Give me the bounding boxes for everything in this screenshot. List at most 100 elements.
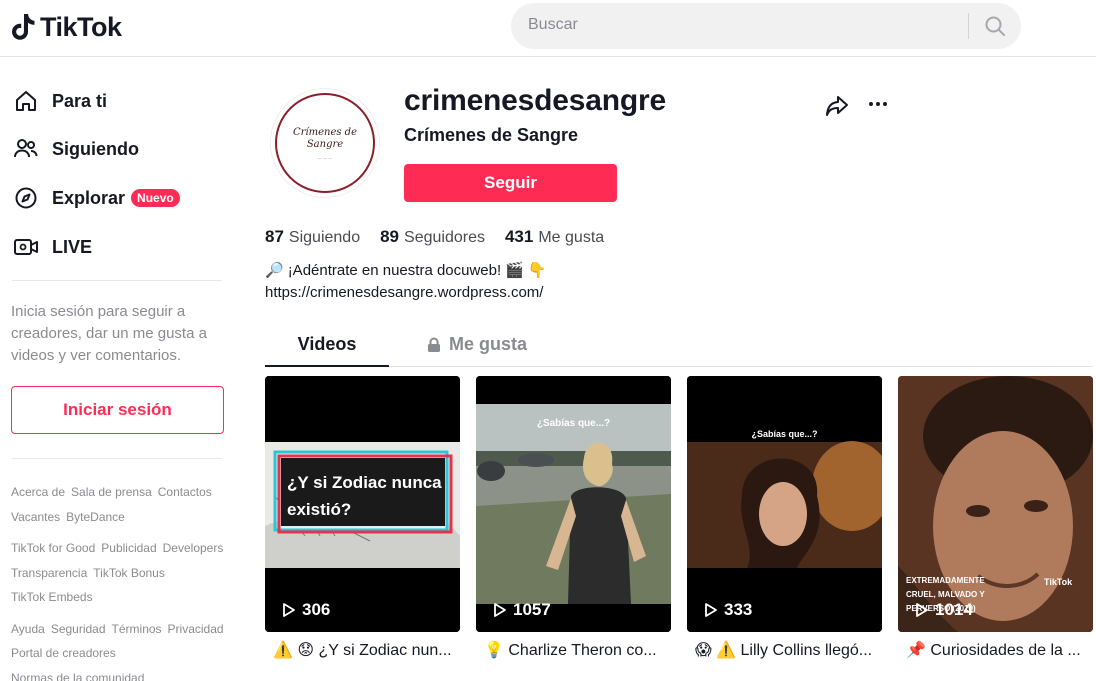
view-count-value: 333 — [724, 600, 753, 619]
play-icon — [494, 603, 506, 617]
tab-label: Me gusta — [448, 334, 527, 354]
view-count: 306 — [282, 600, 330, 620]
footer-links: Acerca de Sala de prensa Contactos Vacan… — [11, 480, 236, 681]
search-bar — [511, 3, 1021, 49]
live-icon — [12, 233, 40, 261]
bio-line: 🔎 ¡Adéntrate en nuestra docuweb! 🎬 👇 — [265, 260, 547, 282]
sidebar-item-live[interactable]: LIVE — [12, 230, 92, 264]
followers-stat[interactable]: 89 Seguidores — [380, 227, 485, 247]
footer-link[interactable]: Normas de la comunidad — [11, 666, 144, 681]
view-count-value: 1057 — [513, 600, 551, 619]
sidebar-item-siguiendo[interactable]: Siguiendo — [12, 132, 139, 166]
sidebar-item-label: Explorar — [52, 187, 126, 208]
followers-count: 89 — [380, 227, 400, 246]
sidebar-item-para-ti[interactable]: Para ti — [12, 84, 107, 118]
video-caption[interactable]: ⚠️ 😟 ¿Y si Zodiac nun... — [265, 640, 460, 660]
video-card[interactable]: ¿Y si Zodiac nunca existió? 306 ⚠️ 😟 ¿Y … — [265, 376, 460, 660]
magnifier-emoji-icon: 🔎 — [265, 262, 284, 279]
footer-link[interactable]: Ayuda — [11, 617, 45, 642]
home-icon — [12, 87, 40, 115]
search-input[interactable] — [528, 16, 948, 34]
video-thumbnail: ¿Sabías que...? 333 — [687, 376, 882, 632]
video-overlay-text: ¿Sabías que...? — [536, 418, 611, 429]
footer-link[interactable]: Contactos — [158, 480, 212, 505]
video-caption[interactable]: 💡 Charlize Theron co... — [476, 640, 671, 660]
clapperboard-emoji-icon: 🎬 — [505, 262, 524, 279]
users-icon — [12, 135, 40, 163]
login-button[interactable]: Iniciar sesión — [11, 386, 224, 434]
view-count: 1014 — [915, 600, 973, 620]
footer-link[interactable]: Vacantes — [11, 505, 60, 530]
top-bar: TikTok — [0, 0, 1096, 57]
sidebar-item-label: LIVE — [52, 236, 93, 257]
footer-link[interactable]: TikTok for Good — [11, 536, 95, 561]
followers-label: Seguidores — [404, 229, 485, 246]
video-overlay-text: ¿Sabías que...? — [751, 429, 818, 439]
footer-link[interactable]: Transparencia — [11, 561, 87, 586]
play-icon — [705, 603, 717, 617]
sidebar-item-label: Siguiendo — [52, 138, 139, 159]
more-options-icon[interactable] — [864, 93, 892, 115]
footer-link[interactable]: ByteDance — [66, 505, 125, 530]
video-caption[interactable]: 📌 Curiosidades de la ... — [898, 640, 1093, 660]
avatar: Crímenes de Sangre — — — — [270, 88, 380, 198]
video-card[interactable]: EXTREMADAMENTE CRUEL, MALVADO Y PERVERSO… — [898, 376, 1093, 660]
tab-videos[interactable]: Videos — [265, 322, 389, 367]
footer-group: Ayuda Seguridad Términos Privacidad Port… — [11, 617, 236, 681]
active-tab-indicator — [265, 365, 389, 367]
thumbnail-art — [476, 376, 671, 632]
likes-stat: 431 Me gusta — [505, 227, 604, 247]
sidebar-divider — [12, 280, 222, 281]
video-overlay-text: ¿Y si Zodiac nunca existió? — [287, 473, 442, 519]
footer-link[interactable]: Acerca de — [11, 480, 65, 505]
tiktok-watermark: TikTok — [1044, 577, 1073, 587]
view-count: 1057 — [493, 600, 551, 620]
video-thumbnail: EXTREMADAMENTE CRUEL, MALVADO Y PERVERSO… — [898, 376, 1093, 632]
compass-icon — [12, 184, 40, 212]
sidebar-item-explorar[interactable]: Explorar Nuevo — [12, 181, 180, 215]
footer-link[interactable]: TikTok Bonus — [93, 561, 165, 586]
footer-link[interactable]: Sala de prensa — [71, 480, 152, 505]
footer-link[interactable]: Seguridad — [51, 617, 106, 642]
view-count-value: 1014 — [935, 600, 973, 619]
footer-link[interactable]: Developers — [163, 536, 224, 561]
footer-link[interactable]: TikTok Embeds — [11, 585, 93, 610]
bio-link[interactable]: https://crimenesdesangre.wordpress.com/ — [265, 282, 547, 304]
sidebar: Para ti Siguiendo Explorar Nuevo LIVE In… — [0, 57, 240, 681]
footer-group: TikTok for Good Publicidad Developers Tr… — [11, 536, 236, 610]
video-caption[interactable]: 😱 ⚠️ Lilly Collins llegó... — [687, 640, 882, 660]
sidebar-divider — [12, 458, 222, 459]
pointing-hand-emoji-icon: 👇 — [527, 262, 547, 279]
avatar-text: Crímenes de Sangre — [292, 126, 358, 150]
following-count: 87 — [265, 227, 284, 246]
following-stat[interactable]: 87 Siguiendo — [265, 227, 360, 247]
tab-label: Videos — [297, 334, 357, 354]
follow-button[interactable]: Seguir — [404, 164, 617, 202]
footer-link[interactable]: Términos — [112, 617, 162, 642]
footer-group: Acerca de Sala de prensa Contactos Vacan… — [11, 480, 236, 529]
footer-link[interactable]: Privacidad — [168, 617, 224, 642]
thumbnail-art — [687, 376, 882, 632]
profile-username: crimenesdesangre — [404, 84, 666, 117]
likes-label: Me gusta — [538, 229, 605, 246]
profile-tabs: Videos Me gusta — [265, 322, 1093, 367]
play-icon — [916, 603, 928, 617]
sidebar-item-label: Para ti — [52, 90, 108, 111]
video-card[interactable]: ¿Sabías que...? 333 😱 ⚠️ Lilly Collins l… — [687, 376, 882, 660]
new-badge: Nuevo — [131, 189, 180, 207]
footer-link[interactable]: Publicidad — [101, 536, 156, 561]
likes-count: 431 — [504, 227, 534, 246]
bio-text: ¡Adéntrate en nuestra docuweb! — [287, 262, 502, 279]
tab-likes[interactable]: Me gusta — [422, 322, 532, 367]
share-icon[interactable] — [824, 93, 850, 119]
tiktok-logo[interactable]: TikTok — [10, 10, 122, 44]
video-card[interactable]: ¿Sabías que...? 1057 💡 Charlize Theron c… — [476, 376, 671, 660]
search-button[interactable] — [977, 11, 1013, 41]
search-icon — [985, 16, 1005, 36]
footer-link[interactable]: Portal de creadores — [11, 641, 116, 666]
view-count: 333 — [704, 600, 752, 620]
profile-bio: 🔎 ¡Adéntrate en nuestra docuweb! 🎬 👇 htt… — [265, 260, 547, 304]
app-name: TikTok — [40, 11, 122, 42]
avatar-logo: Crímenes de Sangre — — — — [275, 93, 375, 193]
video-thumbnail: ¿Y si Zodiac nunca existió? 306 — [265, 376, 460, 632]
